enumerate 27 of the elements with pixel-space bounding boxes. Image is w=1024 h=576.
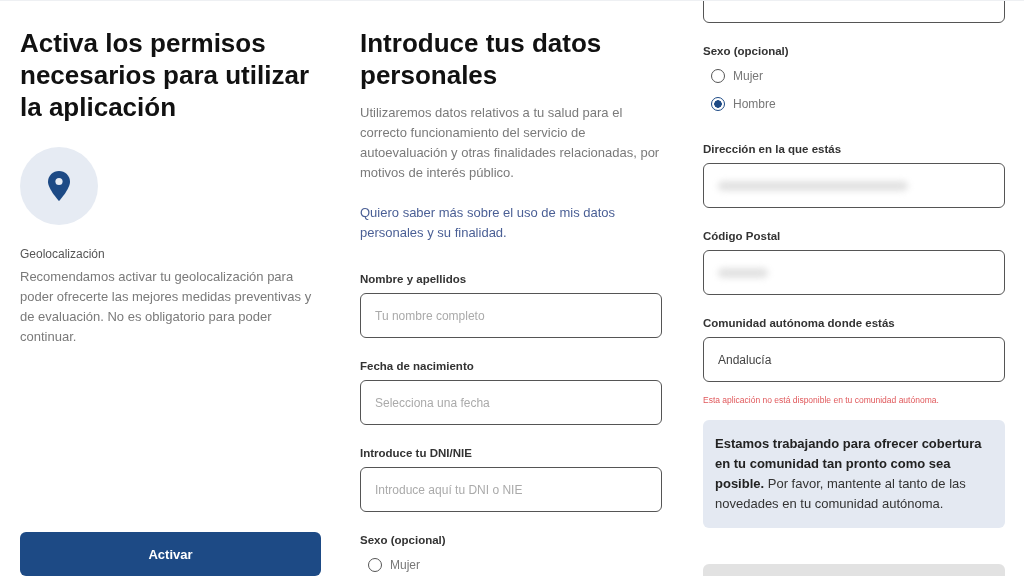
permission-description: Recomendamos activar tu geolocalización para poder ofrecerte las mejores medidas preventivas y de evaluación. No es obligatorio para poder continuar.	[20, 268, 313, 346]
error-message: Esta aplicación no está disponible en tu comunidad autónoma.	[703, 395, 940, 405]
field-label: Sexo (opcional)	[703, 45, 790, 57]
radio-label: Hombre	[733, 97, 776, 111]
field-label: Fecha de nacimiento	[360, 360, 475, 372]
activate-button[interactable]: Activar	[20, 532, 321, 576]
info-notice: Estamos trabajando para ofrecer cobertura en tu comunidad tan pronto como sea posible. Por favor, mantente al tanto de las novedades en tu comunidad autónoma.	[703, 420, 1005, 528]
screen-title: Activa los permisos necesarios para utilizar la aplicación	[20, 27, 311, 123]
input-field[interactable]: Introduce aquí tu DNI o NIE	[360, 467, 662, 512]
field-label: Sexo (opcional)	[360, 534, 447, 546]
privacy-link[interactable]: Quiero saber más sobre el uso de mis datos personales y su finalidad.	[360, 203, 662, 243]
input-field[interactable]: Selecciona una fecha	[360, 380, 662, 425]
radio-label: Mujer	[390, 558, 420, 572]
input-field[interactable]: Tu nombre completo	[360, 293, 662, 338]
field-label: Dirección en la que estás	[703, 143, 843, 155]
radio-label: Mujer	[733, 69, 763, 83]
screen-title: Introduce tus datos personales	[360, 27, 603, 91]
input-field[interactable]	[703, 163, 1005, 208]
field-label: Comunidad autónoma donde estás	[703, 317, 896, 329]
field-label: Nombre y apellidos	[360, 273, 468, 285]
privacy-notice: Utilizaremos datos relativos a tu salud para el correcto funcionamiento del servicio de autoevaluación y otras finalidades relacionadas, por motivos de interés público.	[360, 104, 661, 182]
permission-name: Geolocalización	[20, 247, 106, 261]
input-field[interactable]: Andalucía	[703, 337, 1005, 382]
field-label: Código Postal	[703, 230, 782, 242]
field-label: Introduce tu DNI/NIE	[360, 447, 473, 459]
input-field[interactable]	[703, 250, 1005, 295]
radio-button[interactable]	[711, 97, 725, 111]
